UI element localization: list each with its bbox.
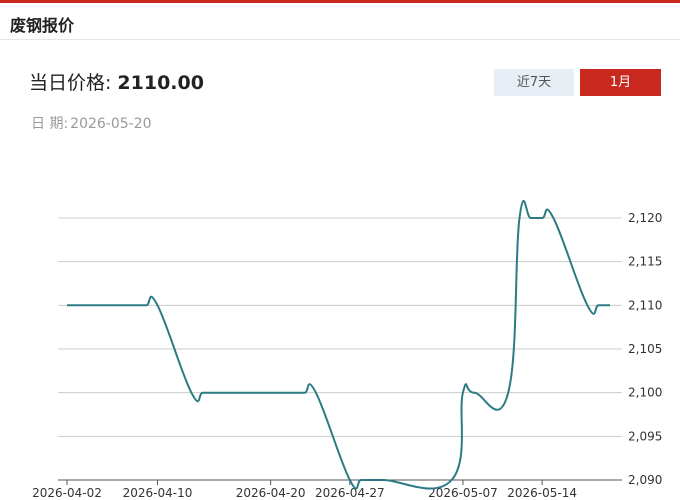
y-tick-label: 2,115 (628, 255, 662, 269)
x-tick-label: 2026-05-14 (507, 486, 577, 500)
price-series-line (67, 200, 610, 490)
x-tick-label: 2026-04-20 (236, 486, 306, 500)
y-tick-label: 2,095 (628, 429, 662, 443)
y-tick-label: 2,105 (628, 342, 662, 356)
y-tick-label: 2,100 (628, 386, 662, 400)
x-tick-label: 2026-04-10 (123, 486, 193, 500)
y-tick-label: 2,110 (628, 298, 662, 312)
y-tick-label: 2,120 (628, 211, 662, 225)
y-tick-label: 2,090 (628, 473, 662, 487)
price-line-chart: 2,090 2,095 2,100 2,105 2,110 2,115 2,120 2026-… (32, 200, 662, 500)
x-tick-label: 2026-04-27 (315, 486, 385, 500)
x-tick-label: 2026-04-02 (32, 486, 102, 500)
